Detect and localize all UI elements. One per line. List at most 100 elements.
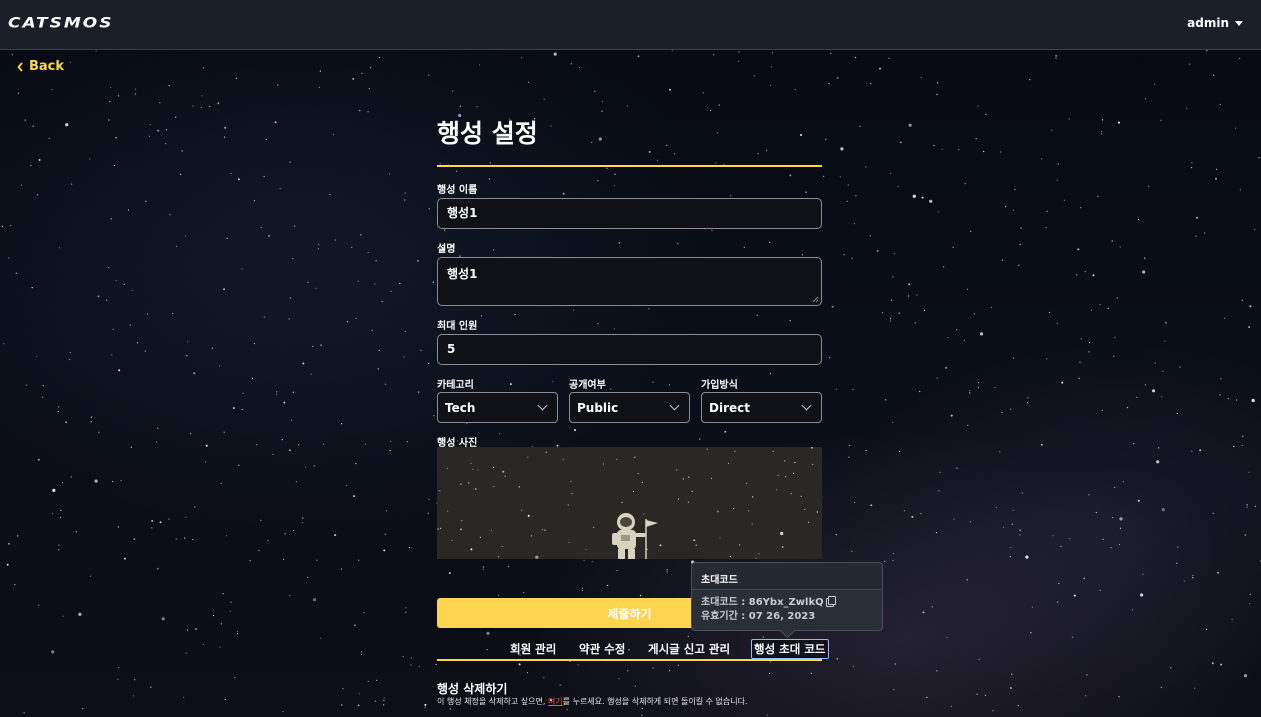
star (1160, 119, 1162, 121)
star (159, 102, 161, 104)
category-value: Tech (445, 400, 476, 415)
planet-photo-upload[interactable] (437, 447, 822, 559)
copy-icon[interactable] (825, 596, 836, 607)
star (51, 513, 54, 515)
star (717, 132, 719, 134)
star (62, 481, 64, 484)
star (374, 700, 377, 702)
star (136, 342, 139, 344)
star (1014, 189, 1016, 191)
catsmos-logo[interactable]: CATSMOS (8, 15, 113, 32)
star (879, 67, 881, 70)
star (329, 193, 331, 196)
star (1212, 512, 1214, 514)
star (318, 243, 320, 245)
star (907, 295, 910, 297)
star (360, 234, 362, 236)
star (724, 430, 727, 433)
category-select[interactable]: Tech (437, 392, 558, 423)
star (260, 226, 262, 229)
visibility-select[interactable]: Public (569, 392, 690, 423)
star (578, 66, 581, 69)
invite-code-text[interactable]: 초대코드 : 86Ybx_ZwlkQ (701, 597, 824, 608)
star (931, 606, 933, 608)
star (656, 159, 659, 161)
star (607, 584, 609, 587)
star (1099, 304, 1101, 306)
delete-planet-link[interactable]: 여기 (548, 697, 563, 706)
star (935, 532, 938, 534)
join-method-select[interactable]: Direct (701, 392, 822, 423)
star (785, 476, 787, 478)
user-menu-dropdown[interactable]: admin (1187, 16, 1243, 30)
star (185, 516, 187, 518)
star (1056, 322, 1058, 324)
tab-post-report-management[interactable]: 게시글 신고 관리 (648, 641, 730, 657)
star (771, 52, 774, 54)
star (1233, 445, 1235, 447)
star (115, 280, 117, 282)
max-members-input[interactable]: 5 (437, 334, 822, 365)
star (470, 548, 473, 551)
star (710, 477, 713, 479)
star (892, 552, 895, 555)
star (570, 63, 572, 65)
star (1133, 443, 1135, 445)
user-menu-label: admin (1187, 16, 1229, 30)
chevron-left-icon (17, 61, 23, 72)
back-link[interactable]: Back (17, 59, 64, 74)
star (885, 399, 887, 401)
star (610, 388, 612, 390)
star (236, 633, 239, 635)
star (854, 501, 856, 504)
star (571, 493, 573, 495)
star (1009, 556, 1011, 558)
planet-name-input[interactable]: 행성1 (437, 198, 822, 229)
settings-tabs: 회원 관리 약관 수정 게시글 신고 관리 행성 초대 코드 (437, 639, 829, 661)
category-label: 카테고리 (437, 380, 474, 391)
star (65, 123, 69, 127)
star (25, 384, 28, 386)
star (367, 111, 369, 113)
star (367, 680, 369, 682)
star (383, 699, 385, 701)
tab-member-management[interactable]: 회원 관리 (510, 641, 556, 657)
star (1118, 121, 1120, 124)
resize-handle-icon[interactable] (812, 296, 819, 303)
star (476, 106, 478, 108)
star (1211, 662, 1214, 665)
star (229, 610, 231, 612)
star (1191, 162, 1193, 164)
star (1078, 377, 1080, 379)
star (840, 147, 844, 151)
star (1242, 435, 1244, 437)
star (446, 467, 449, 469)
star (281, 439, 283, 441)
star (823, 175, 825, 177)
star (953, 518, 955, 520)
star (1116, 297, 1118, 299)
star (220, 623, 222, 625)
star (389, 450, 391, 452)
description-textarea[interactable]: 행성1 (437, 257, 822, 306)
star (130, 446, 132, 448)
tab-terms-edit[interactable]: 약관 수정 (579, 641, 625, 657)
star (1019, 534, 1021, 536)
star (919, 390, 921, 393)
star (762, 636, 765, 638)
star (357, 280, 359, 282)
star (945, 366, 948, 369)
star (78, 612, 82, 616)
star (941, 148, 943, 150)
star (335, 239, 337, 241)
tab-planet-invite-code[interactable]: 행성 초대 코드 (751, 639, 829, 659)
star (447, 510, 449, 512)
star (769, 661, 771, 663)
star (404, 330, 406, 332)
star (1046, 210, 1048, 212)
star (923, 309, 926, 311)
star (1011, 673, 1013, 675)
star (938, 490, 940, 492)
star (1118, 543, 1121, 546)
star (687, 501, 689, 503)
